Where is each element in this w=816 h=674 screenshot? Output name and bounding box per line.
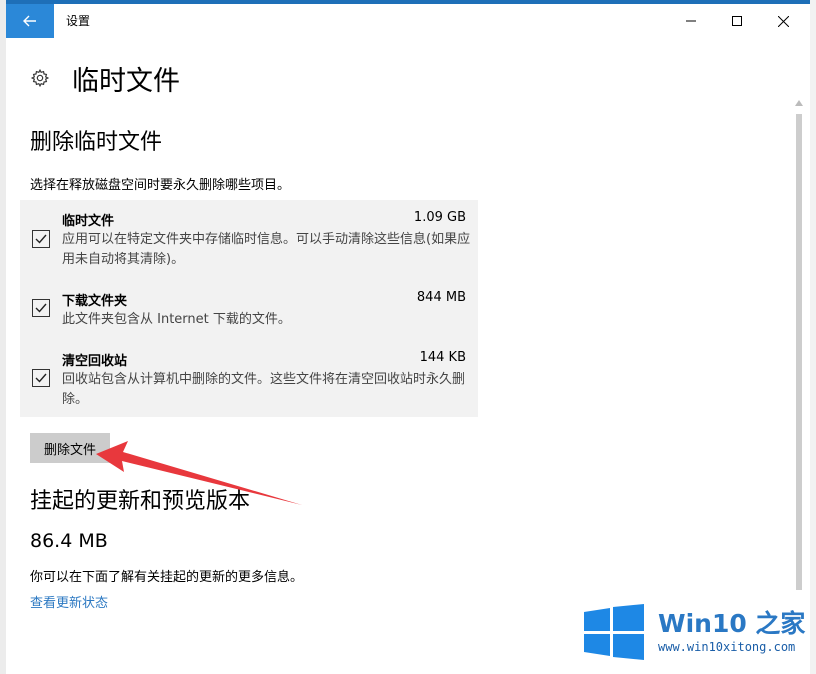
checkmark-icon xyxy=(35,234,47,244)
item-description: 回收站包含从计算机中删除的文件。这些文件将在清空回收站时永久删除。 xyxy=(62,372,466,407)
watermark: Win10 之家 www.win10xitong.com xyxy=(584,600,810,664)
back-arrow-icon xyxy=(23,15,36,27)
list-item-downloads[interactable]: 下载文件夹 844 MB 此文件夹包含从 Internet 下载的文件。 xyxy=(20,290,478,340)
scroll-up-arrow-icon[interactable] xyxy=(795,100,803,106)
delete-section-title: 删除临时文件 xyxy=(30,130,163,155)
close-icon xyxy=(777,15,789,27)
list-item-recycle-bin[interactable]: 清空回收站 144 KB 回收站包含从计算机中删除的文件。这些文件将在清空回收站… xyxy=(20,350,478,410)
checkmark-icon xyxy=(35,373,47,383)
temp-files-checkbox[interactable] xyxy=(32,230,50,248)
item-size: 844 MB xyxy=(416,290,466,305)
delete-section-description: 选择在释放磁盘空间时要永久删除哪些项目。 xyxy=(30,178,291,193)
windows-logo-icon xyxy=(584,604,644,660)
gear-icon xyxy=(30,68,50,88)
checkmark-icon xyxy=(35,303,47,313)
watermark-url: www.win10xitong.com xyxy=(658,640,796,654)
title-bar: 设置 xyxy=(6,4,810,38)
maximize-button[interactable] xyxy=(714,4,760,38)
list-item-temp-files[interactable]: 临时文件 1.09 GB 应用可以在特定文件夹中存储临时信息。可以手动清除这些信… xyxy=(20,210,478,280)
temp-files-list: 临时文件 1.09 GB 应用可以在特定文件夹中存储临时信息。可以手动清除这些信… xyxy=(20,200,478,417)
close-button[interactable] xyxy=(760,4,806,38)
minimize-button[interactable] xyxy=(668,4,714,38)
page-header: 临时文件 xyxy=(30,58,180,98)
item-name: 临时文件 xyxy=(62,214,115,229)
page-title: 临时文件 xyxy=(72,65,180,97)
item-name: 下载文件夹 xyxy=(62,294,128,309)
item-size: 1.09 GB xyxy=(413,210,466,225)
window-left-border xyxy=(0,0,6,674)
item-description: 应用可以在特定文件夹中存储临时信息。可以手动清除这些信息(如果应用未自动将其清除… xyxy=(62,232,471,267)
window-title: 设置 xyxy=(66,14,91,28)
watermark-brand: Win10 之家 xyxy=(658,609,806,638)
delete-files-button[interactable]: 删除文件 xyxy=(30,433,110,463)
window-right-border xyxy=(810,0,816,674)
item-name: 清空回收站 xyxy=(62,354,128,369)
view-update-status-link[interactable]: 查看更新状态 xyxy=(30,592,108,611)
scrollbar-thumb[interactable] xyxy=(796,114,802,590)
updates-size: 86.4 MB xyxy=(30,530,108,552)
item-description: 此文件夹包含从 Internet 下载的文件。 xyxy=(62,312,291,327)
recycle-bin-checkbox[interactable] xyxy=(32,369,50,387)
item-size: 144 KB xyxy=(419,350,466,365)
back-button[interactable] xyxy=(6,4,54,38)
maximize-icon xyxy=(732,16,742,26)
updates-description: 你可以在下面了解有关挂起的更新的更多信息。 xyxy=(30,570,304,585)
downloads-checkbox[interactable] xyxy=(32,299,50,317)
updates-section-title: 挂起的更新和预览版本 xyxy=(30,489,251,514)
minimize-icon xyxy=(686,20,696,22)
